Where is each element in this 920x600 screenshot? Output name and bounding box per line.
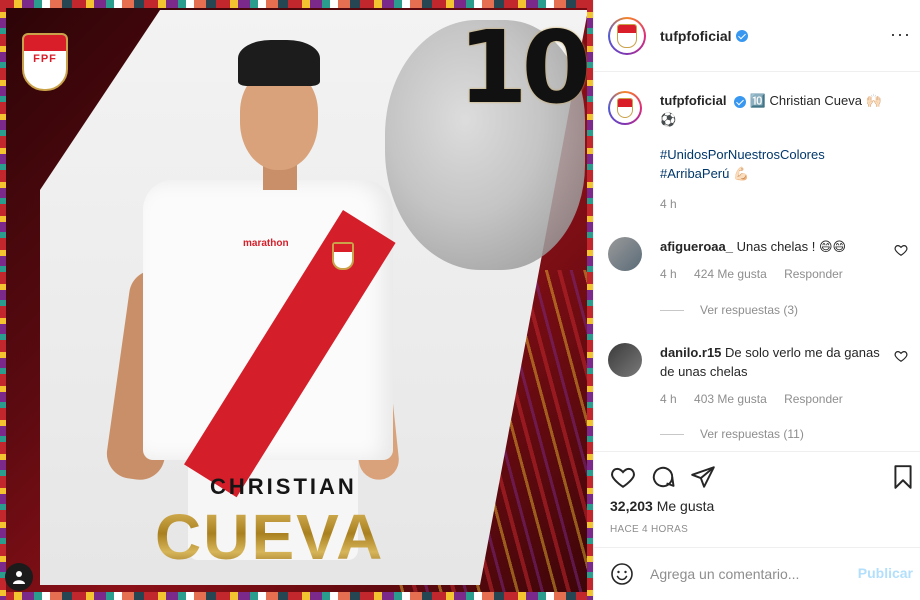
caption-username[interactable]: tufpfoficial: [660, 93, 726, 108]
flexed-arm-emoji: 💪🏻: [733, 166, 750, 181]
verified-badge-icon: [734, 95, 747, 108]
post-header: tufpfoficial ···: [594, 0, 920, 72]
post-sidebar: tufpfoficial ··· tufpfoficial 🔟 Christia…: [593, 0, 920, 600]
comment-time[interactable]: 4 h: [660, 392, 677, 406]
caption-time[interactable]: 4 h: [660, 197, 677, 211]
comments-area[interactable]: tufpfoficial 🔟 Christian Cueva 🙌🏻⚽ #Unid…: [594, 73, 920, 451]
emoji-smiley-icon[interactable]: [610, 562, 634, 586]
left-stripe-border: [0, 0, 6, 600]
likes-number: 32,203: [610, 498, 653, 514]
hashtag-arriba-peru[interactable]: #ArribaPerú: [660, 166, 729, 181]
caption: tufpfoficial 🔟 Christian Cueva 🙌🏻⚽ #Unid…: [608, 91, 908, 221]
fpf-logo: FPF: [22, 33, 68, 91]
more-options-button[interactable]: ···: [890, 24, 911, 45]
comment-composer: Publicar: [594, 547, 920, 600]
likes-label: Me gusta: [656, 498, 715, 514]
like-comment-heart-icon[interactable]: [894, 349, 908, 363]
tagged-users-button[interactable]: [5, 563, 33, 591]
shirt-crest: [332, 242, 354, 270]
verified-badge-icon: [735, 29, 748, 42]
comment-body: danilo.r15 De solo verlo me da ganas de …: [660, 343, 890, 409]
likes-count[interactable]: 32,203 Me gusta: [610, 498, 714, 514]
shirt-sponsor: marathon: [243, 238, 289, 249]
author-username[interactable]: tufpfoficial: [660, 28, 732, 44]
comment-time[interactable]: 4 h: [660, 267, 677, 281]
top-stripe-border: [0, 0, 593, 8]
user-icon: [13, 571, 25, 584]
comment-input[interactable]: [650, 561, 850, 587]
caption-body: tufpfoficial 🔟 Christian Cueva 🙌🏻⚽ #Unid…: [660, 91, 890, 214]
bottom-stripe-border: [0, 592, 593, 600]
logo-text: FPF: [33, 53, 57, 65]
like-comment-heart-icon[interactable]: [894, 243, 908, 257]
commenter-avatar[interactable]: [608, 343, 642, 377]
hashtag-unidos[interactable]: #UnidosPorNuestrosColores: [660, 145, 890, 164]
save-bookmark-icon[interactable]: [890, 464, 916, 490]
reply-button[interactable]: Responder: [784, 392, 843, 406]
author-avatar[interactable]: [608, 16, 646, 55]
post-timestamp[interactable]: HACE 4 HORAS: [610, 524, 688, 535]
player-last-name: CUEVA: [155, 501, 385, 573]
comment-item: danilo.r15 De solo verlo me da ganas de …: [608, 343, 908, 443]
jersey-number: 10: [458, 9, 591, 126]
post-actions-bar: 32,203 Me gusta HACE 4 HORAS: [594, 451, 920, 547]
view-replies[interactable]: Ver respuestas (11): [660, 427, 804, 441]
fpf-shield-icon: [617, 98, 633, 118]
reply-button[interactable]: Responder: [784, 267, 843, 281]
comment-likes[interactable]: 424 Me gusta: [694, 267, 767, 281]
view-replies-label[interactable]: Ver respuestas (3): [700, 303, 798, 317]
comment-body: afigueroaa_ Unas chelas ! 😄😄 4 h 424 Me …: [660, 237, 890, 284]
share-paper-plane-icon[interactable]: [690, 464, 716, 490]
caption-avatar[interactable]: [608, 91, 642, 125]
comment-bubble-icon[interactable]: [650, 464, 676, 490]
commenter-avatar[interactable]: [608, 237, 642, 271]
logo-red-bar: [24, 35, 66, 51]
like-heart-icon[interactable]: [610, 464, 636, 490]
comment-item: afigueroaa_ Unas chelas ! 😄😄 4 h 424 Me …: [608, 237, 908, 333]
publish-button[interactable]: Publicar: [858, 565, 913, 581]
player-first-name: CHRISTIAN: [210, 474, 357, 499]
fpf-shield-icon: [617, 23, 637, 48]
comment-username[interactable]: afigueroaa_: [660, 239, 733, 254]
player-hair: [238, 40, 320, 86]
comment-likes[interactable]: 403 Me gusta: [694, 392, 767, 406]
comment-text: Unas chelas ! 😄😄: [736, 239, 847, 254]
comment-username[interactable]: danilo.r15: [660, 345, 721, 360]
view-replies[interactable]: Ver respuestas (3): [660, 303, 798, 317]
view-replies-label[interactable]: Ver respuestas (11): [700, 427, 804, 441]
post-image[interactable]: FPF 10 marathon CHRISTIAN CUEVA: [0, 0, 593, 600]
